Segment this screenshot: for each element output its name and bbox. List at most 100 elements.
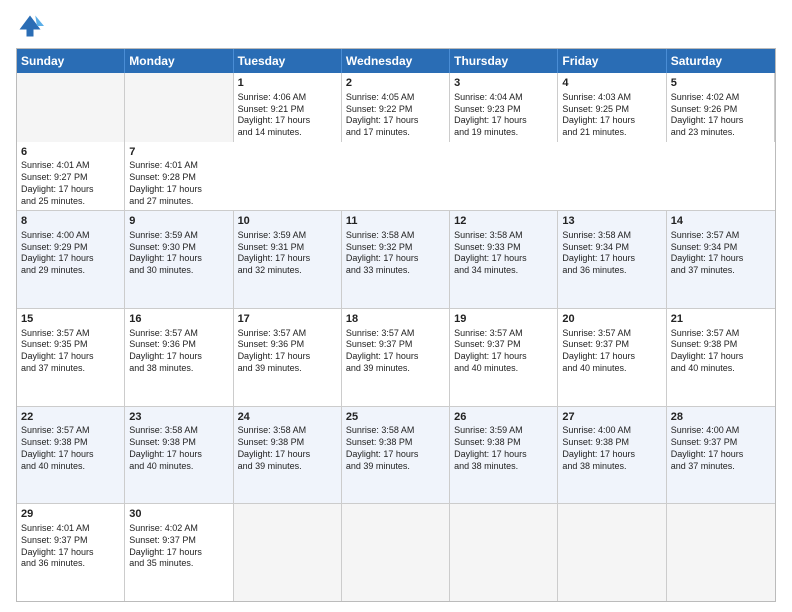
day-cell-24: 24Sunrise: 3:58 AMSunset: 9:38 PMDayligh… <box>234 407 342 504</box>
day-detail: and 21 minutes. <box>562 127 661 139</box>
day-number: 2 <box>346 76 445 91</box>
day-detail: Daylight: 17 hours <box>671 449 771 461</box>
day-detail: Daylight: 17 hours <box>671 351 771 363</box>
day-number: 6 <box>21 145 120 160</box>
day-cell-28: 28Sunrise: 4:00 AMSunset: 9:37 PMDayligh… <box>667 407 775 504</box>
calendar-row-1: 1Sunrise: 4:06 AMSunset: 9:21 PM Daylight… <box>17 73 775 210</box>
day-detail: Daylight: 17 hours <box>129 547 228 559</box>
day-detail: Sunset: 9:38 PM <box>129 437 228 449</box>
day-detail: Sunset: 9:21 PM <box>238 104 337 116</box>
empty-cell <box>342 504 450 601</box>
day-cell-9: 9Sunrise: 3:59 AMSunset: 9:30 PMDaylight… <box>125 211 233 308</box>
day-detail: Daylight: 17 hours <box>454 351 553 363</box>
day-detail: Daylight: 17 hours <box>21 449 120 461</box>
day-detail: Sunrise: 3:59 AM <box>238 230 337 242</box>
day-cell-17: 17Sunrise: 3:57 AMSunset: 9:36 PMDayligh… <box>234 309 342 406</box>
day-detail: Sunset: 9:37 PM <box>21 535 120 547</box>
day-detail: and 36 minutes. <box>21 558 120 570</box>
header-day-friday: Friday <box>558 49 666 73</box>
day-detail: Daylight: 17 hours <box>21 351 120 363</box>
day-detail: Sunrise: 4:00 AM <box>562 425 661 437</box>
day-cell-21: 21Sunrise: 3:57 AMSunset: 9:38 PMDayligh… <box>667 309 775 406</box>
day-detail: Sunset: 9:30 PM <box>129 242 228 254</box>
day-detail: Sunset: 9:23 PM <box>454 104 553 116</box>
day-cell-27: 27Sunrise: 4:00 AMSunset: 9:38 PMDayligh… <box>558 407 666 504</box>
day-detail: Sunrise: 3:57 AM <box>562 328 661 340</box>
day-cell-7: 7Sunrise: 4:01 AMSunset: 9:28 PMDaylight… <box>125 142 233 211</box>
day-detail: Sunrise: 3:58 AM <box>238 425 337 437</box>
day-number: 20 <box>562 312 661 327</box>
day-detail: Sunrise: 4:03 AM <box>562 92 661 104</box>
day-number: 24 <box>238 410 337 425</box>
day-cell-29: 29Sunrise: 4:01 AMSunset: 9:37 PMDayligh… <box>17 504 125 601</box>
day-detail: Daylight: 17 hours <box>129 253 228 265</box>
day-detail: and 40 minutes. <box>21 461 120 473</box>
calendar-row-3: 15Sunrise: 3:57 AMSunset: 9:35 PMDayligh… <box>17 308 775 406</box>
day-detail: Sunset: 9:22 PM <box>346 104 445 116</box>
logo <box>16 12 48 40</box>
day-cell-16: 16Sunrise: 3:57 AMSunset: 9:36 PMDayligh… <box>125 309 233 406</box>
day-cell-14: 14Sunrise: 3:57 AMSunset: 9:34 PMDayligh… <box>667 211 775 308</box>
day-detail: and 36 minutes. <box>562 265 661 277</box>
header-day-saturday: Saturday <box>667 49 775 73</box>
empty-cell <box>125 73 233 142</box>
day-number: 23 <box>129 410 228 425</box>
day-cell-26: 26Sunrise: 3:59 AMSunset: 9:38 PMDayligh… <box>450 407 558 504</box>
page: SundayMondayTuesdayWednesdayThursdayFrid… <box>0 0 792 612</box>
day-detail: and 39 minutes. <box>238 461 337 473</box>
day-cell-1: 1Sunrise: 4:06 AMSunset: 9:21 PMDaylight… <box>234 73 342 142</box>
day-detail: Sunset: 9:37 PM <box>562 339 661 351</box>
day-number: 13 <box>562 214 661 229</box>
day-number: 3 <box>454 76 553 91</box>
day-detail: Sunset: 9:26 PM <box>671 104 770 116</box>
day-detail: Sunset: 9:38 PM <box>671 339 771 351</box>
day-number: 15 <box>21 312 120 327</box>
day-detail: Sunset: 9:36 PM <box>238 339 337 351</box>
day-detail: and 38 minutes. <box>454 461 553 473</box>
day-detail: and 40 minutes. <box>562 363 661 375</box>
day-detail: Sunset: 9:31 PM <box>238 242 337 254</box>
day-detail: Sunrise: 3:57 AM <box>21 425 120 437</box>
calendar-row-5: 29Sunrise: 4:01 AMSunset: 9:37 PMDayligh… <box>17 503 775 601</box>
day-detail: Daylight: 17 hours <box>21 184 120 196</box>
day-detail: Daylight: 17 hours <box>346 351 445 363</box>
day-number: 5 <box>671 76 770 91</box>
day-detail: and 19 minutes. <box>454 127 553 139</box>
day-detail: Daylight: 17 hours <box>454 449 553 461</box>
day-detail: Sunset: 9:38 PM <box>21 437 120 449</box>
day-cell-15: 15Sunrise: 3:57 AMSunset: 9:35 PMDayligh… <box>17 309 125 406</box>
day-number: 14 <box>671 214 771 229</box>
day-detail: Sunset: 9:38 PM <box>238 437 337 449</box>
day-detail: and 40 minutes. <box>671 363 771 375</box>
calendar-body: 1Sunrise: 4:06 AMSunset: 9:21 PM Daylight… <box>17 73 775 601</box>
day-number: 25 <box>346 410 445 425</box>
empty-cell <box>450 504 558 601</box>
day-number: 28 <box>671 410 771 425</box>
day-detail: Sunrise: 3:57 AM <box>346 328 445 340</box>
day-detail: Daylight: 17 hours <box>346 449 445 461</box>
header-day-monday: Monday <box>125 49 233 73</box>
day-detail: Sunrise: 4:06 AM <box>238 92 337 104</box>
day-detail: Sunrise: 4:01 AM <box>129 160 229 172</box>
day-detail: Sunset: 9:34 PM <box>671 242 771 254</box>
day-detail: Sunset: 9:29 PM <box>21 242 120 254</box>
day-detail: Daylight: 17 hours <box>454 253 553 265</box>
day-detail: and 38 minutes. <box>129 363 228 375</box>
day-number: 1 <box>238 76 337 91</box>
calendar-header: SundayMondayTuesdayWednesdayThursdayFrid… <box>17 49 775 73</box>
day-detail: Sunrise: 3:58 AM <box>562 230 661 242</box>
day-detail: Daylight: 17 hours <box>238 351 337 363</box>
day-detail: Sunrise: 4:04 AM <box>454 92 553 104</box>
day-number: 10 <box>238 214 337 229</box>
day-cell-12: 12Sunrise: 3:58 AMSunset: 9:33 PMDayligh… <box>450 211 558 308</box>
day-detail: Sunrise: 4:05 AM <box>346 92 445 104</box>
day-detail: and 30 minutes. <box>129 265 228 277</box>
day-detail: and 32 minutes. <box>238 265 337 277</box>
day-number: 22 <box>21 410 120 425</box>
day-detail: Sunrise: 3:57 AM <box>21 328 120 340</box>
header <box>16 12 776 40</box>
day-number: 30 <box>129 507 228 522</box>
day-detail: Daylight: 17 hours <box>21 547 120 559</box>
day-detail: Daylight: 17 hours <box>21 253 120 265</box>
day-detail: Sunrise: 3:58 AM <box>454 230 553 242</box>
